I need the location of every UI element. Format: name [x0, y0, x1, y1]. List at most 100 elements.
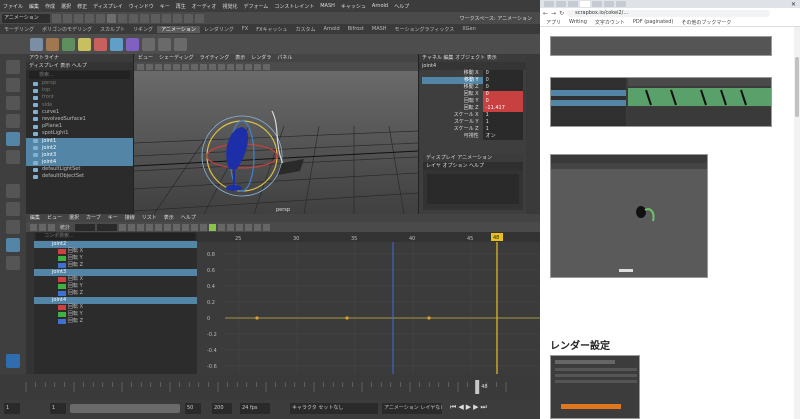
scale-tool-icon[interactable] — [6, 150, 20, 164]
attribute-editor-side-tabs[interactable] — [526, 54, 540, 214]
ik-handle-icon[interactable] — [46, 37, 59, 51]
viewport-menu-item[interactable]: レンダラ — [251, 54, 271, 62]
move-tool-icon[interactable] — [6, 114, 20, 128]
viewport-menu-item[interactable]: ビュー — [138, 54, 153, 62]
step-forward-icon[interactable]: ▶ — [473, 403, 478, 414]
select-by-object-icon[interactable] — [118, 13, 127, 23]
graph-channel-row[interactable]: 回転 X — [34, 304, 197, 311]
bookmark-item[interactable]: PDF (paginated) — [633, 19, 673, 25]
range-start-field[interactable]: 1 — [50, 403, 66, 414]
graph-editor-menu-item[interactable]: ヘルプ — [181, 214, 196, 222]
channel-row[interactable]: スケール X1 — [419, 112, 526, 119]
menu-item[interactable]: 再生 — [173, 3, 189, 10]
screenshot-thumbnail-1[interactable] — [550, 36, 772, 56]
keyframe[interactable] — [427, 316, 431, 320]
denormalize-icon[interactable] — [263, 223, 271, 231]
lattice-icon[interactable] — [48, 223, 55, 231]
channel-value[interactable]: 0 — [482, 91, 523, 98]
outliner-item[interactable]: front — [26, 94, 133, 101]
dope-sheet-icon[interactable] — [126, 37, 139, 51]
outliner-item[interactable]: joint4 — [26, 159, 133, 167]
time-slider-ruler[interactable]: 48 — [0, 374, 540, 399]
menu-item[interactable]: ウィンドウ — [126, 3, 157, 10]
set-key-rotate-icon[interactable] — [94, 37, 107, 51]
browser-tab[interactable] — [544, 1, 554, 7]
center-current-icon[interactable] — [137, 223, 145, 231]
post-infinity-icon[interactable] — [245, 223, 253, 231]
shelf-tab[interactable]: XGen — [458, 26, 480, 32]
browser-tab[interactable] — [592, 1, 602, 7]
break-tangent-icon[interactable] — [218, 223, 226, 231]
menu-item[interactable]: ヘルプ — [391, 3, 412, 10]
key-time-field[interactable] — [75, 223, 96, 231]
scrapbox-page[interactable]: レンダー設定 — [540, 27, 800, 419]
menu-item[interactable]: 選択 — [58, 3, 74, 10]
step-back-icon[interactable]: ◀ — [458, 403, 463, 414]
back-icon[interactable]: ← — [543, 10, 548, 17]
shelf-tab[interactable]: モーショングラフィックス — [391, 26, 459, 33]
graph-channel-row[interactable]: 回転 Z — [34, 262, 197, 269]
anim-layer-dropdown[interactable]: アニメーション レイヤなし — [382, 403, 442, 414]
menu-item[interactable]: 修正 — [74, 3, 90, 10]
graph-channel-row[interactable]: 回転 Z — [34, 290, 197, 297]
graph-editor-menu-item[interactable]: 編集 — [30, 214, 40, 222]
scrollbar-thumb[interactable] — [795, 57, 799, 117]
channel-box-tabs[interactable]: チャネル 編集 オブジェクト 表示 — [419, 54, 526, 62]
channel-row[interactable]: 移動 Y0 — [419, 77, 526, 84]
graph-time-ruler[interactable] — [197, 232, 540, 242]
fps-dropdown[interactable]: 24 fps — [240, 403, 270, 414]
outliner-item[interactable]: joint1 — [26, 137, 133, 145]
bookmark-item[interactable]: アプリ — [546, 19, 561, 26]
snap-curve-icon[interactable] — [151, 13, 160, 23]
motion-trail-icon[interactable] — [174, 37, 187, 51]
outliner-item[interactable]: persp — [26, 80, 133, 87]
single-pane-layout-icon[interactable] — [6, 184, 20, 198]
normalize-icon[interactable] — [254, 223, 262, 231]
lights-icon[interactable] — [200, 63, 207, 70]
graph-editor-canvas[interactable]: 0.8 0.6 0.4 0.2 0 -0.2 -0.4 -0.6 25 30 35 40 45 48 — [197, 232, 540, 374]
snap-point-icon[interactable] — [162, 13, 171, 23]
channel-value[interactable]: オン — [482, 133, 523, 140]
outliner-search-input[interactable]: 検索... — [29, 71, 130, 79]
menu-item[interactable]: Arnold — [369, 3, 391, 9]
four-pane-layout-icon[interactable] — [6, 202, 20, 216]
shelf-tab[interactable]: FX — [238, 26, 252, 32]
render-icon[interactable] — [173, 13, 182, 23]
keyframe[interactable] — [255, 316, 259, 320]
graph-editor-menu-item[interactable]: 表示 — [164, 214, 174, 222]
open-scene-icon[interactable] — [63, 13, 72, 23]
channel-value[interactable]: -11.417 — [482, 105, 523, 112]
channel-row[interactable]: 移動 X0 — [419, 70, 526, 77]
rotate-tool-icon[interactable] — [6, 132, 20, 146]
go-to-start-icon[interactable]: ⏮ — [450, 403, 456, 414]
auto-tangent-icon[interactable] — [146, 223, 154, 231]
outliner-item[interactable]: defaultObjectSet — [26, 173, 133, 180]
paint-select-tool-icon[interactable] — [6, 96, 20, 110]
render-settings-icon[interactable] — [195, 13, 204, 23]
graph-joint-row[interactable]: joint3 — [34, 269, 197, 276]
channel-value[interactable]: 0 — [482, 70, 523, 77]
graph-channel-row[interactable]: 回転 X — [34, 276, 197, 283]
browser-tab[interactable] — [604, 1, 614, 7]
graph-channel-row[interactable]: 回転 Z — [34, 318, 197, 325]
shelf-tab[interactable]: アニメーション — [157, 25, 200, 33]
bookmark-item[interactable]: 文字カウント — [595, 19, 625, 26]
time-slider-handle[interactable] — [475, 380, 480, 394]
shelf-tab[interactable]: MASH — [368, 26, 391, 32]
time-slider[interactable]: 48 — [0, 374, 540, 399]
grid-icon[interactable] — [164, 63, 171, 70]
outliner-item[interactable]: pPlane1 — [26, 123, 133, 130]
keyframe[interactable] — [345, 316, 349, 320]
insert-key-icon[interactable] — [39, 223, 46, 231]
channel-row[interactable]: 回転 X0 — [419, 91, 526, 98]
viewport-scene[interactable]: persp — [134, 71, 418, 214]
ipr-render-icon[interactable] — [184, 13, 193, 23]
resolution-gate-icon[interactable] — [236, 63, 243, 70]
isolate-icon[interactable] — [227, 63, 234, 70]
outliner-item[interactable]: curve1 — [26, 109, 133, 116]
browser-tab[interactable] — [616, 1, 626, 7]
exposure-icon[interactable] — [254, 63, 261, 70]
menu-item[interactable]: 編集 — [26, 3, 42, 10]
snap-grid-icon[interactable] — [140, 13, 149, 23]
url-input[interactable]: scrapbox.io/cokei2/... — [567, 9, 770, 17]
